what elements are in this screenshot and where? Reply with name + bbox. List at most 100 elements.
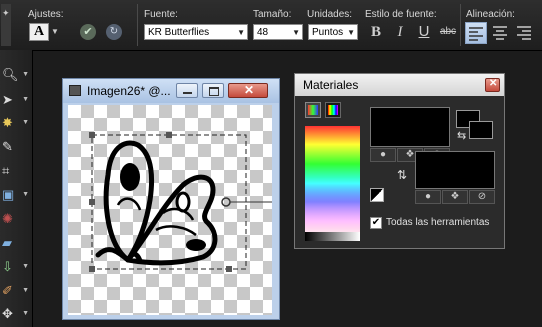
more-tools-icon: ✥: [2, 306, 13, 321]
image-window-title: Imagen26* @...: [87, 84, 171, 98]
default-colors-icon[interactable]: [370, 188, 384, 202]
size-label: Tamaño:: [253, 9, 292, 20]
straighten-tool[interactable]: ⇩ ▼: [2, 256, 30, 278]
all-tools-checkbox[interactable]: ✔: [370, 217, 382, 229]
bandage-icon: ▰: [2, 235, 12, 250]
background-gradient-button[interactable]: ❖: [442, 190, 468, 204]
background-properties-swatch[interactable]: [415, 151, 495, 189]
gradient-icon: ❖: [450, 191, 460, 202]
materials-title: Materiales: [303, 78, 359, 92]
font-size-value: 48: [257, 27, 269, 38]
selection-handle: [166, 132, 172, 138]
apply-icon[interactable]: ✔: [80, 24, 96, 40]
background-none-button[interactable]: ⊘: [469, 190, 495, 204]
minimize-icon: [183, 92, 192, 94]
makeover-tool[interactable]: ▰: [2, 232, 30, 254]
strikethrough-button[interactable]: abc: [438, 22, 458, 42]
chevron-down-icon: ▼: [292, 28, 300, 37]
close-icon: ✕: [489, 78, 498, 89]
more-tools[interactable]: ✥ ▼: [2, 303, 30, 325]
maximize-icon: [209, 87, 219, 96]
magic-wand-tool[interactable]: ✸ ▼: [2, 112, 30, 134]
arrow-pointer-icon: ➤: [2, 92, 13, 107]
swap-small-icon[interactable]: ⇆: [457, 129, 466, 142]
materials-close-button[interactable]: ✕: [485, 78, 500, 92]
image-window: Imagen26* @... ✕: [62, 78, 280, 320]
crop-icon: ⌗: [2, 163, 10, 178]
zoom-tool[interactable]: 🔍︎ ▼: [2, 64, 30, 86]
underline-button[interactable]: U: [414, 22, 434, 42]
rainbow-tab[interactable]: [325, 102, 341, 118]
magic-wand-icon: ✸: [2, 115, 13, 130]
italic-button[interactable]: I: [390, 22, 410, 42]
all-tools-label: Todas las herramientas: [386, 217, 490, 228]
maximize-button[interactable]: [202, 83, 224, 98]
align-center-button[interactable]: [490, 22, 512, 44]
font-select[interactable]: KR Butterflies ▼: [144, 24, 248, 40]
foreground-properties-swatch[interactable]: [370, 107, 450, 147]
grayscale-bar[interactable]: [305, 232, 360, 241]
magnifier-icon: 🔍︎: [2, 67, 19, 82]
bold-button[interactable]: B: [366, 22, 386, 42]
move-tool[interactable]: ▣ ▼: [2, 184, 30, 206]
background-color-button[interactable]: ●: [415, 190, 441, 204]
rotation-handle: [221, 197, 231, 207]
cancel-icon[interactable]: ↻: [106, 24, 122, 40]
red-eye-icon: ✺: [2, 211, 13, 226]
selection-handle: [89, 199, 95, 205]
solid-color-icon: ●: [424, 191, 432, 202]
units-value: Puntos: [312, 27, 344, 38]
close-icon: ✕: [244, 83, 255, 97]
presets-label: Ajustes:: [28, 9, 64, 20]
foreground-color-button[interactable]: ●: [370, 148, 396, 162]
font-label: Fuente:: [144, 9, 178, 20]
brush-icon: ✐: [2, 283, 13, 298]
brush-tool[interactable]: ✐ ▼: [2, 280, 30, 302]
materials-panel: Materiales ✕ ● ❖ ⊘ ⇆ ⇅ ● ❖ ⊘ ✔ Todas las…: [294, 73, 505, 249]
units-select[interactable]: Puntos ▼: [308, 24, 358, 40]
image-window-titlebar[interactable]: Imagen26* @... ✕: [63, 79, 279, 103]
image-document-icon: [69, 85, 81, 96]
dropper-icon: ✎: [2, 139, 13, 154]
selection-handle: [89, 266, 95, 272]
font-size-select[interactable]: 48 ▼: [253, 24, 303, 40]
chevron-down-icon: ▼: [237, 28, 245, 37]
align-left-icon: [469, 27, 483, 41]
options-toolbar: ✦ Ajustes: A ▼ ✔ ↻ Fuente: KR Butterflie…: [0, 0, 542, 51]
no-fill-icon: ⊘: [477, 191, 487, 202]
dropper-tool[interactable]: ✎: [2, 136, 30, 158]
frame-tab[interactable]: [305, 102, 321, 118]
move-icon: ▣: [2, 187, 15, 202]
checkmark-icon: ✔: [371, 217, 381, 228]
minimize-button[interactable]: [176, 83, 198, 98]
close-button[interactable]: ✕: [228, 83, 268, 98]
swap-colors-icon[interactable]: ⇅: [397, 168, 407, 182]
background-small-swatch[interactable]: [469, 121, 493, 139]
red-eye-tool[interactable]: ✺: [2, 208, 30, 230]
align-right-button[interactable]: [514, 22, 536, 44]
tools-palette: 🔍︎ ▼ ➤ ▼ ✸ ▼ ✎ ⌗ ▣ ▼ ✺ ▰ ⇩ ▼ ✐ ▼ ✥ ▼: [0, 50, 33, 327]
image-canvas[interactable]: [68, 105, 272, 315]
chevron-down-icon: ▼: [347, 28, 355, 37]
align-right-icon: [517, 26, 531, 40]
color-spectrum[interactable]: [305, 126, 360, 241]
text-tool-preset-button[interactable]: A: [29, 23, 49, 41]
straighten-icon: ⇩: [2, 259, 13, 274]
align-center-icon: [493, 26, 507, 40]
units-label: Unidades:: [307, 9, 353, 20]
rainbow-tab-icon: [328, 105, 338, 115]
frame-tab-icon: [308, 105, 318, 115]
gradient-icon: ❖: [405, 149, 415, 160]
solid-color-icon: ●: [379, 149, 387, 160]
selection-handle: [89, 132, 95, 138]
preset-dropdown-icon[interactable]: ▼: [51, 27, 59, 36]
selection-handle: [226, 266, 232, 272]
materials-titlebar[interactable]: Materiales ✕: [295, 74, 504, 96]
font-style-label: Estilo de fuente:: [365, 9, 437, 20]
align-left-button[interactable]: [465, 22, 487, 44]
pin-icon[interactable]: ✦: [2, 8, 10, 20]
font-select-value: KR Butterflies: [148, 27, 210, 38]
pick-tool[interactable]: ➤ ▼: [2, 89, 30, 111]
crop-tool[interactable]: ⌗: [2, 160, 30, 182]
butterfly-text-graphic: [89, 132, 272, 272]
